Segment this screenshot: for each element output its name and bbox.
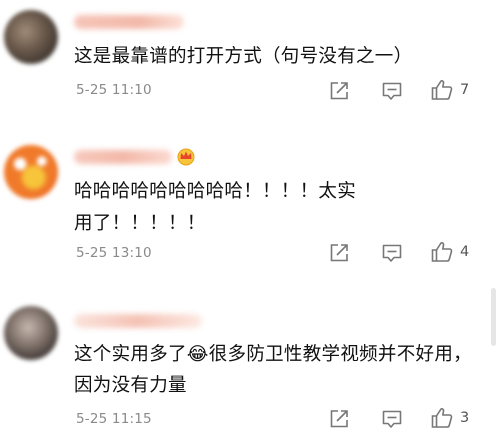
comment-icon bbox=[382, 410, 402, 428]
share-button[interactable] bbox=[326, 406, 352, 432]
like-button[interactable] bbox=[429, 405, 455, 431]
thumbs-up-icon bbox=[431, 408, 453, 428]
username-redacted[interactable] bbox=[74, 314, 202, 328]
like-count: 3 bbox=[460, 410, 470, 426]
share-icon bbox=[330, 410, 348, 428]
comment-text: 这个实用多了😂很多防卫性教学视频并不好用，因为没有力量 bbox=[74, 344, 472, 396]
comment-item: 这个实用多了😂很多防卫性教学视频并不好用，因为没有力量 5-25 11:15 3 bbox=[0, 0, 500, 440]
reply-button[interactable] bbox=[379, 406, 405, 432]
timestamp: 5-25 11:15 bbox=[76, 411, 152, 427]
avatar[interactable] bbox=[4, 306, 58, 360]
